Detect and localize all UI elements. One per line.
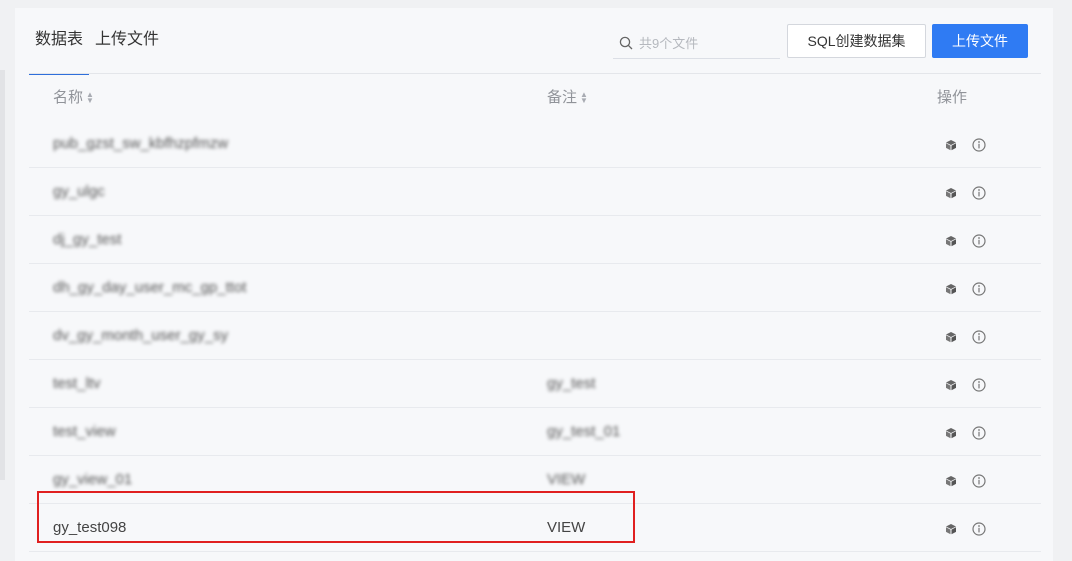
row-actions bbox=[943, 281, 986, 296]
column-header-remark-label: 备注 bbox=[547, 89, 578, 106]
row-actions bbox=[943, 185, 986, 200]
row-name: dh_gy_day_user_mc_gp_ttot bbox=[53, 279, 247, 296]
table-row[interactable]: pub_gzst_sw_kbfhzpfmzw bbox=[29, 120, 1041, 168]
sort-icon[interactable]: ▲ ▼ bbox=[580, 91, 588, 105]
column-header-name[interactable]: 名称 ▲ ▼ bbox=[53, 86, 94, 107]
row-remark: VIEW bbox=[547, 519, 586, 536]
row-remark: gy_test bbox=[547, 375, 596, 392]
info-icon[interactable] bbox=[971, 233, 986, 248]
info-icon[interactable] bbox=[971, 473, 986, 488]
info-icon[interactable] bbox=[971, 185, 986, 200]
column-header-ops: 操作 bbox=[937, 89, 968, 106]
sort-icon[interactable]: ▲ ▼ bbox=[86, 91, 94, 105]
table-row[interactable]: test_ltv gy_test bbox=[29, 360, 1041, 408]
column-header-name-label: 名称 bbox=[53, 89, 84, 106]
row-name: gy_test098 bbox=[53, 519, 127, 536]
sql-create-dataset-button[interactable]: SQL创建数据集 bbox=[787, 24, 926, 58]
row-actions bbox=[943, 425, 986, 440]
row-name: gy_view_01 bbox=[53, 471, 133, 488]
row-actions bbox=[943, 377, 986, 392]
row-remark: VIEW bbox=[547, 471, 586, 488]
tab-bar: 数据表 上传文件 bbox=[29, 8, 165, 75]
row-name: dv_gy_month_user_gy_sy bbox=[53, 327, 229, 344]
row-actions bbox=[943, 329, 986, 344]
info-icon[interactable] bbox=[971, 137, 986, 152]
table-body: pub_gzst_sw_kbfhzpfmzw gy_ulgc dj_gy_tes… bbox=[29, 120, 1041, 552]
info-icon[interactable] bbox=[971, 281, 986, 296]
cube-icon[interactable] bbox=[943, 185, 958, 200]
info-icon[interactable] bbox=[971, 329, 986, 344]
dataset-panel: 数据表 上传文件 SQL创建数据集 上传文件 名称▲▼ 备注▲▼ 操作 pub_… bbox=[15, 8, 1053, 561]
cube-icon[interactable] bbox=[943, 137, 958, 152]
table-row[interactable]: dh_gy_day_user_mc_gp_ttot bbox=[29, 264, 1041, 312]
row-name: test_view bbox=[53, 423, 116, 440]
row-remark: gy_test_01 bbox=[547, 423, 621, 440]
table-row[interactable]: test_view gy_test_01 bbox=[29, 408, 1041, 456]
left-scroll-strip bbox=[0, 70, 5, 480]
row-name: dj_gy_test bbox=[53, 231, 122, 248]
tab-data-tables[interactable]: 数据表 bbox=[29, 8, 90, 75]
info-icon[interactable] bbox=[971, 521, 986, 536]
cube-icon[interactable] bbox=[943, 425, 958, 440]
info-icon[interactable] bbox=[971, 425, 986, 440]
search-icon bbox=[619, 36, 633, 50]
table-row[interactable]: gy_test098 VIEW bbox=[29, 504, 1041, 552]
table-row[interactable]: dj_gy_test bbox=[29, 216, 1041, 264]
info-icon[interactable] bbox=[971, 377, 986, 392]
table-header: 名称 ▲ ▼ 备注 ▲ ▼ 操作 bbox=[29, 74, 1041, 119]
upload-file-button[interactable]: 上传文件 bbox=[932, 24, 1028, 58]
row-actions bbox=[943, 233, 986, 248]
table-row[interactable]: gy_ulgc bbox=[29, 168, 1041, 216]
search-box[interactable] bbox=[613, 28, 780, 59]
row-name: test_ltv bbox=[53, 375, 101, 392]
cube-icon[interactable] bbox=[943, 329, 958, 344]
row-name: pub_gzst_sw_kbfhzpfmzw bbox=[53, 135, 229, 152]
row-actions bbox=[943, 473, 986, 488]
tab-upload-files[interactable]: 上传文件 bbox=[89, 8, 165, 74]
row-name: gy_ulgc bbox=[53, 183, 105, 200]
cube-icon[interactable] bbox=[943, 473, 958, 488]
column-header-remark[interactable]: 备注 ▲ ▼ bbox=[547, 86, 588, 107]
cube-icon[interactable] bbox=[943, 521, 958, 536]
row-actions bbox=[943, 521, 986, 536]
cube-icon[interactable] bbox=[943, 281, 958, 296]
table-row[interactable]: gy_view_01 VIEW bbox=[29, 456, 1041, 504]
cube-icon[interactable] bbox=[943, 377, 958, 392]
search-input[interactable] bbox=[639, 35, 769, 51]
row-actions bbox=[943, 137, 986, 152]
table-row[interactable]: dv_gy_month_user_gy_sy bbox=[29, 312, 1041, 360]
cube-icon[interactable] bbox=[943, 233, 958, 248]
